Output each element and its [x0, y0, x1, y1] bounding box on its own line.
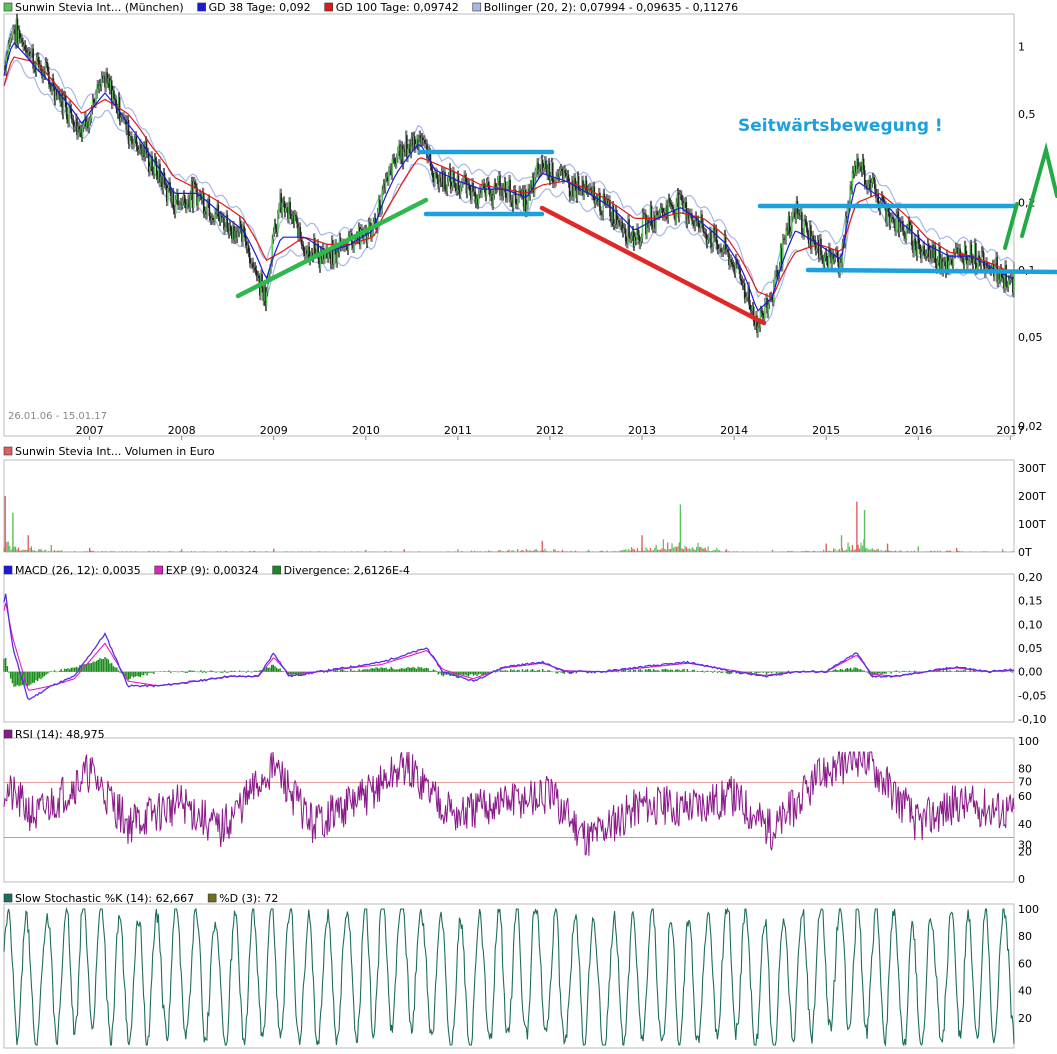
price-legend-label-3: Bollinger (20, 2): 0,07994 - 0,09635 - 0…	[484, 1, 738, 14]
macd-legend-label-2: Divergence: 2,6126E-4	[284, 564, 410, 577]
x-label-1: 2008	[168, 424, 196, 437]
rsi-y-tick-3: 40	[1018, 818, 1032, 831]
price-legend-swatch-0	[3, 2, 13, 12]
x-label-2: 2009	[260, 424, 288, 437]
volume-y-tick-0: 300T	[1018, 462, 1046, 475]
price-legend-swatch-3	[472, 2, 482, 12]
macd-y-tick-0: 0,20	[1018, 571, 1043, 584]
macd-y-tick-5: -0,05	[1018, 689, 1046, 702]
stoch-y-tick-1: 80	[1018, 930, 1032, 943]
x-label-0: 2007	[76, 424, 104, 437]
volume-y-tick-2: 100T	[1018, 518, 1046, 531]
sideways-annotation: Seitwärtsbewegung !	[738, 116, 943, 136]
x-label-10: 2017	[996, 424, 1024, 437]
stoch-y-tick-0: 100	[1018, 903, 1039, 916]
volume-panel-frame	[3, 459, 1015, 553]
price-y-tick-1: 0,5	[1018, 108, 1036, 121]
rsi-legend-label-0: RSI (14): 48,975	[15, 728, 105, 741]
support-line-2016	[805, 267, 1057, 275]
rsi-legend-swatch-0	[3, 729, 13, 739]
rsi-y-tick-0: 100	[1018, 735, 1039, 748]
macd-legend-swatch-2	[272, 565, 281, 575]
x-label-7: 2014	[720, 424, 748, 437]
price-panel-frame	[3, 13, 1015, 437]
x-label-8: 2015	[812, 424, 840, 437]
volume-legend-label-0: Sunwin Stevia Int... Volumen in Euro	[15, 445, 215, 458]
price-y-tick-0: 1	[1018, 41, 1025, 54]
volume-y-tick-1: 200T	[1018, 490, 1046, 503]
macd-y-tick-4: 0,00	[1018, 666, 1043, 679]
volume-y-tick-3: 0T	[1018, 546, 1032, 559]
rsi-70-label: 70	[1018, 775, 1032, 788]
price-legend-swatch-1	[197, 2, 206, 12]
macd-legend-label-0: MACD (26, 12): 0,0035	[15, 564, 141, 577]
price-legend-label-1: GD 38 Tage: 0,092	[209, 1, 311, 14]
stoch-legend-swatch-0	[3, 893, 13, 903]
macd-y-tick-1: 0,15	[1018, 595, 1043, 608]
price-legend-label-0: Sunwin Stevia Int... (München)	[15, 1, 184, 14]
macd-legend-swatch-1	[154, 565, 164, 575]
rsi-y-tick-2: 60	[1018, 790, 1032, 803]
stoch-y-tick-3: 40	[1018, 985, 1032, 998]
price-legend-swatch-2	[324, 2, 333, 12]
macd-legend-swatch-0	[3, 565, 13, 575]
x-label-4: 2011	[444, 424, 472, 437]
date-range-label: 26.01.06 - 15.01.17	[8, 411, 107, 422]
macd-legend-label-1: EXP (9): 0,00324	[166, 564, 259, 577]
macd-y-tick-2: 0,10	[1018, 618, 1043, 631]
stoch-legend-swatch-1	[207, 893, 217, 903]
stoch-y-tick-4: 20	[1018, 1012, 1032, 1025]
price-legend-label-2: GD 100 Tage: 0,09742	[336, 1, 459, 14]
price-y-tick-4: 0,05	[1018, 331, 1043, 344]
macd-y-tick-6: -0,10	[1018, 713, 1046, 726]
x-label-6: 2013	[628, 424, 656, 437]
rsi-30-label: 30	[1018, 839, 1032, 852]
chart-canvas: 10,50,20,10,050,022007200820092010201120…	[3, 1, 1057, 1049]
x-label-5: 2012	[536, 424, 564, 437]
stoch-y-tick-2: 60	[1018, 957, 1032, 970]
rsi-y-tick-1: 80	[1018, 763, 1032, 776]
macd-panel-frame	[3, 573, 1015, 723]
x-label-9: 2016	[904, 424, 932, 437]
stoch-legend-label-1: %D (3): 72	[219, 892, 278, 905]
rsi-y-tick-5: 0	[1018, 873, 1025, 886]
x-label-3: 2010	[352, 424, 380, 437]
macd-y-tick-3: 0,05	[1018, 642, 1043, 655]
volume-legend-swatch-0	[3, 446, 13, 456]
stoch-legend-label-0: Slow Stochastic %K (14): 62,667	[15, 892, 194, 905]
